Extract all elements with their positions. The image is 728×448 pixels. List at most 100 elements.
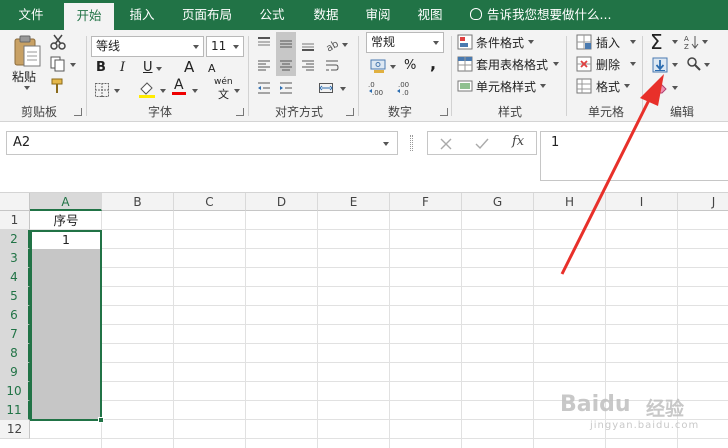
- increase-decimal-icon[interactable]: .0.00: [368, 80, 388, 96]
- chevron-down-icon[interactable]: [630, 62, 636, 66]
- row-header-2[interactable]: 2: [0, 230, 30, 249]
- conditional-formatting-label[interactable]: 条件格式: [476, 34, 524, 51]
- row-header-1[interactable]: 1: [0, 211, 30, 230]
- number-format-select[interactable]: 常规: [366, 32, 444, 53]
- shrink-font-button[interactable]: A: [208, 62, 216, 75]
- tab-formulas[interactable]: 公式: [250, 0, 294, 30]
- clipboard-dialog-launcher[interactable]: [74, 108, 82, 116]
- chevron-down-icon[interactable]: [540, 84, 546, 88]
- align-center-icon[interactable]: [278, 58, 294, 74]
- chevron-down-icon[interactable]: [630, 40, 636, 44]
- chevron-down-icon[interactable]: [672, 86, 678, 90]
- tab-review[interactable]: 审阅: [356, 0, 400, 30]
- chevron-down-icon[interactable]: [390, 65, 396, 69]
- fill-handle[interactable]: [98, 417, 104, 423]
- wrap-text-icon[interactable]: [324, 58, 340, 74]
- chevron-down-icon[interactable]: [528, 40, 534, 44]
- format-painter-icon[interactable]: [50, 78, 66, 94]
- row-header-7[interactable]: 7: [0, 325, 30, 344]
- column-header-e[interactable]: E: [318, 193, 390, 211]
- cell-styles-label[interactable]: 单元格样式: [476, 78, 536, 95]
- decrease-indent-icon[interactable]: [256, 80, 272, 96]
- chevron-down-icon[interactable]: [114, 89, 120, 93]
- align-right-icon[interactable]: [300, 58, 316, 74]
- tell-me-search[interactable]: 告诉我您想要做什么...: [470, 0, 611, 30]
- chevron-down-icon[interactable]: [24, 86, 30, 90]
- font-dialog-launcher[interactable]: [236, 108, 244, 116]
- font-color-button[interactable]: A: [172, 78, 186, 95]
- format-as-table-icon[interactable]: [457, 56, 473, 72]
- grow-font-button[interactable]: A: [184, 58, 194, 76]
- row-header-6[interactable]: 6: [0, 306, 30, 325]
- sort-filter-icon[interactable]: AZ: [684, 34, 700, 50]
- tab-home[interactable]: 开始: [64, 3, 114, 30]
- column-header-b[interactable]: B: [102, 193, 174, 211]
- align-bottom-icon[interactable]: [300, 36, 316, 52]
- tab-file[interactable]: 文件: [8, 0, 54, 30]
- bold-button[interactable]: B: [96, 60, 106, 75]
- accounting-format-icon[interactable]: [370, 58, 388, 74]
- select-all-corner[interactable]: [0, 193, 30, 211]
- font-name-select[interactable]: 等线: [91, 36, 204, 57]
- borders-icon[interactable]: [94, 82, 110, 98]
- alignment-dialog-launcher[interactable]: [346, 108, 354, 116]
- column-header-j[interactable]: J: [678, 193, 728, 211]
- cell-a1[interactable]: 序号: [30, 211, 102, 230]
- tab-page-layout[interactable]: 页面布局: [176, 0, 238, 30]
- chevron-down-icon[interactable]: [233, 45, 239, 49]
- chevron-down-icon[interactable]: [192, 89, 198, 93]
- cut-icon[interactable]: [50, 34, 66, 50]
- chevron-down-icon[interactable]: [383, 142, 389, 146]
- row-header-5[interactable]: 5: [0, 287, 30, 306]
- row-header-11[interactable]: 11: [0, 401, 30, 420]
- cell-styles-icon[interactable]: [457, 78, 473, 94]
- chevron-down-icon[interactable]: [672, 40, 678, 44]
- row-header-10[interactable]: 10: [0, 382, 30, 401]
- cancel-icon[interactable]: [438, 136, 454, 152]
- paste-label[interactable]: 粘贴: [12, 68, 36, 85]
- resize-handle[interactable]: [410, 135, 413, 151]
- decrease-decimal-icon[interactable]: .00.0: [396, 80, 416, 96]
- conditional-formatting-icon[interactable]: [457, 34, 473, 50]
- comma-button[interactable]: ,: [430, 54, 436, 73]
- name-box[interactable]: A2: [6, 131, 398, 155]
- align-left-icon[interactable]: [256, 58, 272, 74]
- row-header-4[interactable]: 4: [0, 268, 30, 287]
- autosum-button[interactable]: Σ: [650, 30, 663, 54]
- tab-data[interactable]: 数据: [304, 0, 348, 30]
- insert-function-button[interactable]: fx: [512, 134, 524, 149]
- chevron-down-icon[interactable]: [234, 89, 240, 93]
- chevron-down-icon[interactable]: [433, 41, 439, 45]
- find-select-icon[interactable]: [686, 56, 702, 72]
- row-header-12[interactable]: 12: [0, 420, 30, 439]
- chevron-down-icon[interactable]: [70, 63, 76, 67]
- number-dialog-launcher[interactable]: [440, 108, 448, 116]
- align-top-icon[interactable]: [256, 36, 272, 52]
- tab-view[interactable]: 视图: [408, 0, 452, 30]
- chevron-down-icon[interactable]: [160, 89, 166, 93]
- merge-center-icon[interactable]: [318, 80, 334, 96]
- insert-cells-label[interactable]: 插入: [596, 34, 620, 51]
- chevron-down-icon[interactable]: [156, 67, 162, 71]
- row-header-8[interactable]: 8: [0, 344, 30, 363]
- enter-checkmark-icon[interactable]: [474, 136, 490, 152]
- row-header-9[interactable]: 9: [0, 363, 30, 382]
- column-header-g[interactable]: G: [462, 193, 534, 211]
- tab-insert[interactable]: 插入: [120, 0, 164, 30]
- chevron-down-icon[interactable]: [704, 63, 710, 67]
- chevron-down-icon[interactable]: [342, 43, 348, 47]
- column-header-d[interactable]: D: [246, 193, 318, 211]
- align-middle-icon[interactable]: [278, 36, 294, 52]
- percent-button[interactable]: %: [404, 58, 416, 73]
- chevron-down-icon[interactable]: [553, 62, 559, 66]
- row-header-3[interactable]: 3: [0, 249, 30, 268]
- orientation-icon[interactable]: ab: [324, 36, 340, 52]
- underline-button[interactable]: U: [143, 60, 153, 75]
- chevron-down-icon[interactable]: [672, 63, 678, 67]
- fill-color-icon[interactable]: [138, 80, 156, 98]
- chevron-down-icon[interactable]: [193, 45, 199, 49]
- chevron-down-icon[interactable]: [702, 40, 708, 44]
- column-header-f[interactable]: F: [390, 193, 462, 211]
- column-header-c[interactable]: C: [174, 193, 246, 211]
- column-header-a[interactable]: A: [30, 193, 102, 211]
